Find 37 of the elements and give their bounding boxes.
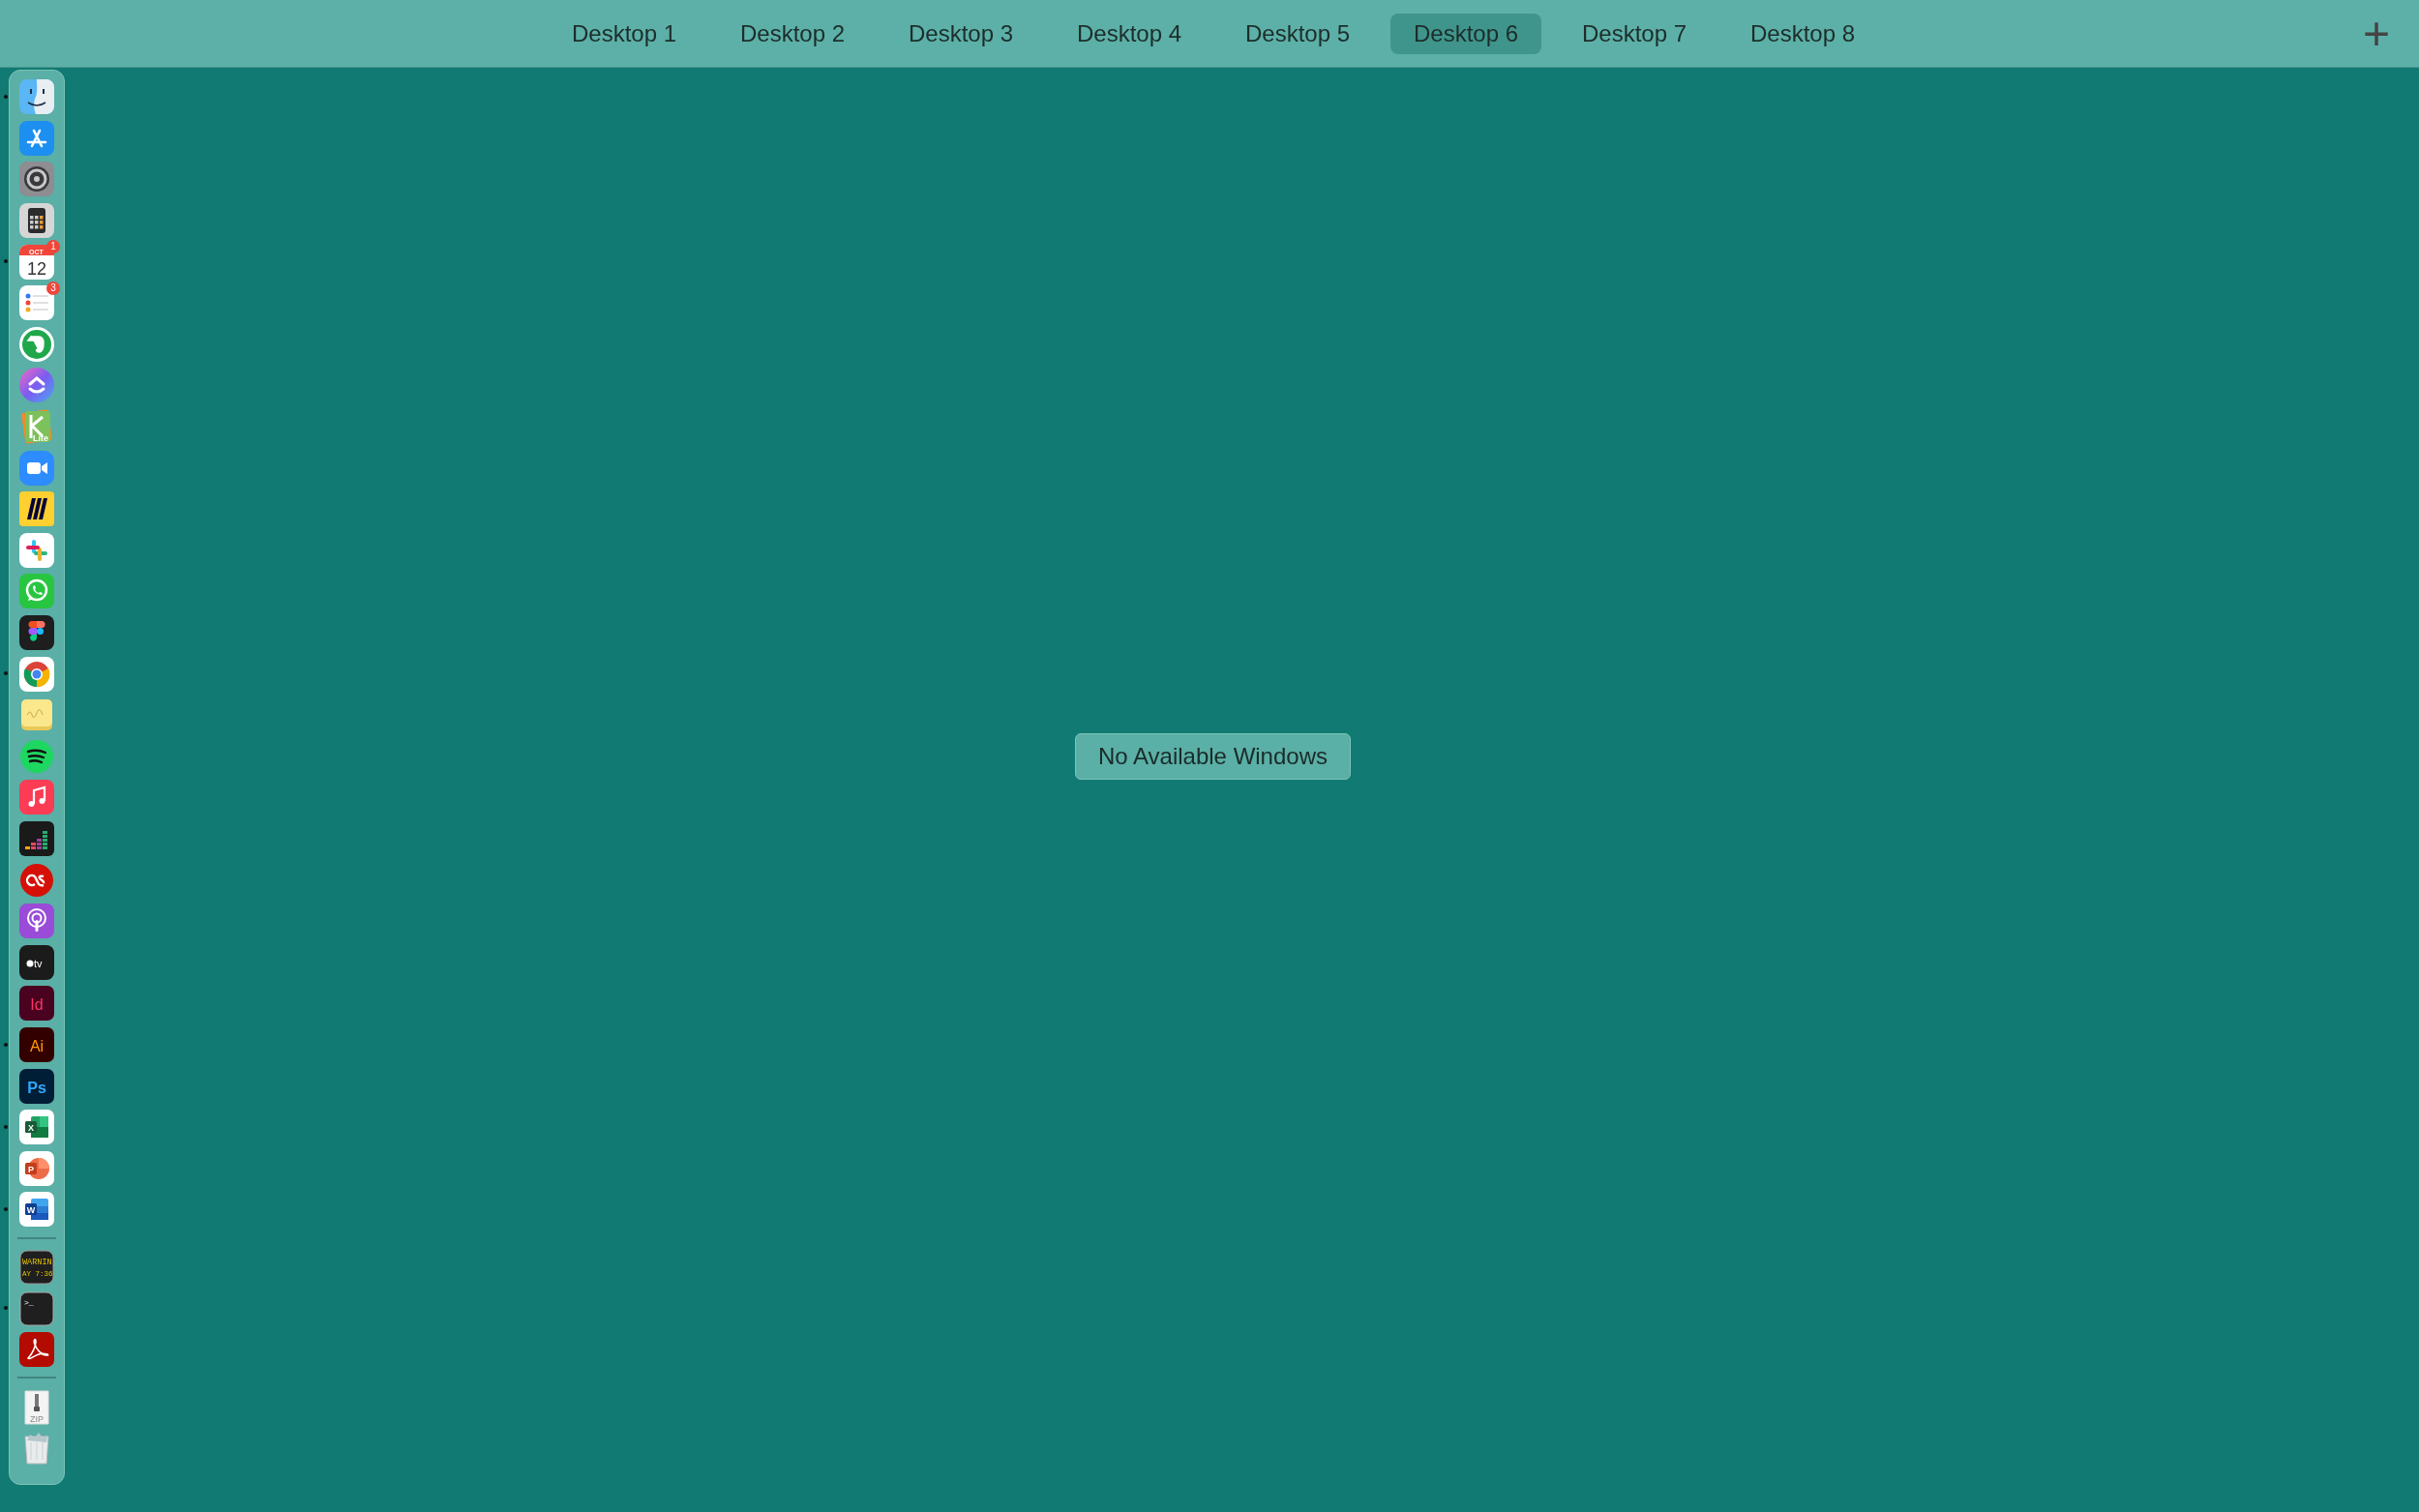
checklist-icon[interactable]: [19, 285, 54, 321]
letters-icon[interactable]: Ai: [19, 1026, 54, 1062]
music-note-icon[interactable]: [19, 780, 54, 815]
phone-bubble-icon[interactable]: [19, 574, 54, 609]
chevron-icon[interactable]: [19, 368, 54, 403]
shapes-icon[interactable]: [19, 615, 54, 650]
letters-icon[interactable]: Ps: [19, 1068, 54, 1104]
pdf-icon[interactable]: [19, 1332, 54, 1368]
podcast-icon[interactable]: [19, 904, 54, 939]
browser-icon[interactable]: [19, 656, 54, 692]
notification-badge: 1: [46, 240, 60, 254]
desktop-tab[interactable]: Desktop 8: [1727, 13, 1878, 54]
desktop-tab[interactable]: Desktop 1: [549, 13, 700, 54]
face-icon[interactable]: [19, 79, 54, 115]
slides-icon[interactable]: P: [19, 1150, 54, 1186]
notification-badge: 3: [46, 281, 60, 295]
add-desktop-button[interactable]: +: [2362, 13, 2390, 55]
desktop-tab[interactable]: Desktop 3: [885, 13, 1036, 54]
equalizer-icon[interactable]: [19, 821, 54, 856]
document-icon[interactable]: W: [19, 1192, 54, 1228]
terminal-icon[interactable]: >_: [19, 1290, 54, 1326]
video-camera-icon[interactable]: [19, 450, 54, 486]
app-store-icon[interactable]: [19, 120, 54, 156]
hash-icon[interactable]: [19, 532, 54, 568]
letters-icon[interactable]: Id: [19, 986, 54, 1022]
apple-tv-icon[interactable]: tv: [19, 944, 54, 980]
spreadsheet-icon[interactable]: X: [19, 1110, 54, 1145]
no-windows-message: No Available Windows: [1075, 732, 1351, 780]
desktop-tab[interactable]: Desktop 7: [1559, 13, 1710, 54]
desktop-tab[interactable]: Desktop 6: [1390, 13, 1541, 54]
sound-waves-icon[interactable]: [19, 738, 54, 774]
stripes-icon[interactable]: [19, 491, 54, 527]
loop-icon[interactable]: [19, 862, 54, 898]
desktop-tab[interactable]: Desktop 2: [717, 13, 868, 54]
calculator-icon[interactable]: [19, 203, 54, 239]
desktop-tab[interactable]: Desktop 5: [1222, 13, 1373, 54]
desktop-tab[interactable]: Desktop 4: [1054, 13, 1205, 54]
